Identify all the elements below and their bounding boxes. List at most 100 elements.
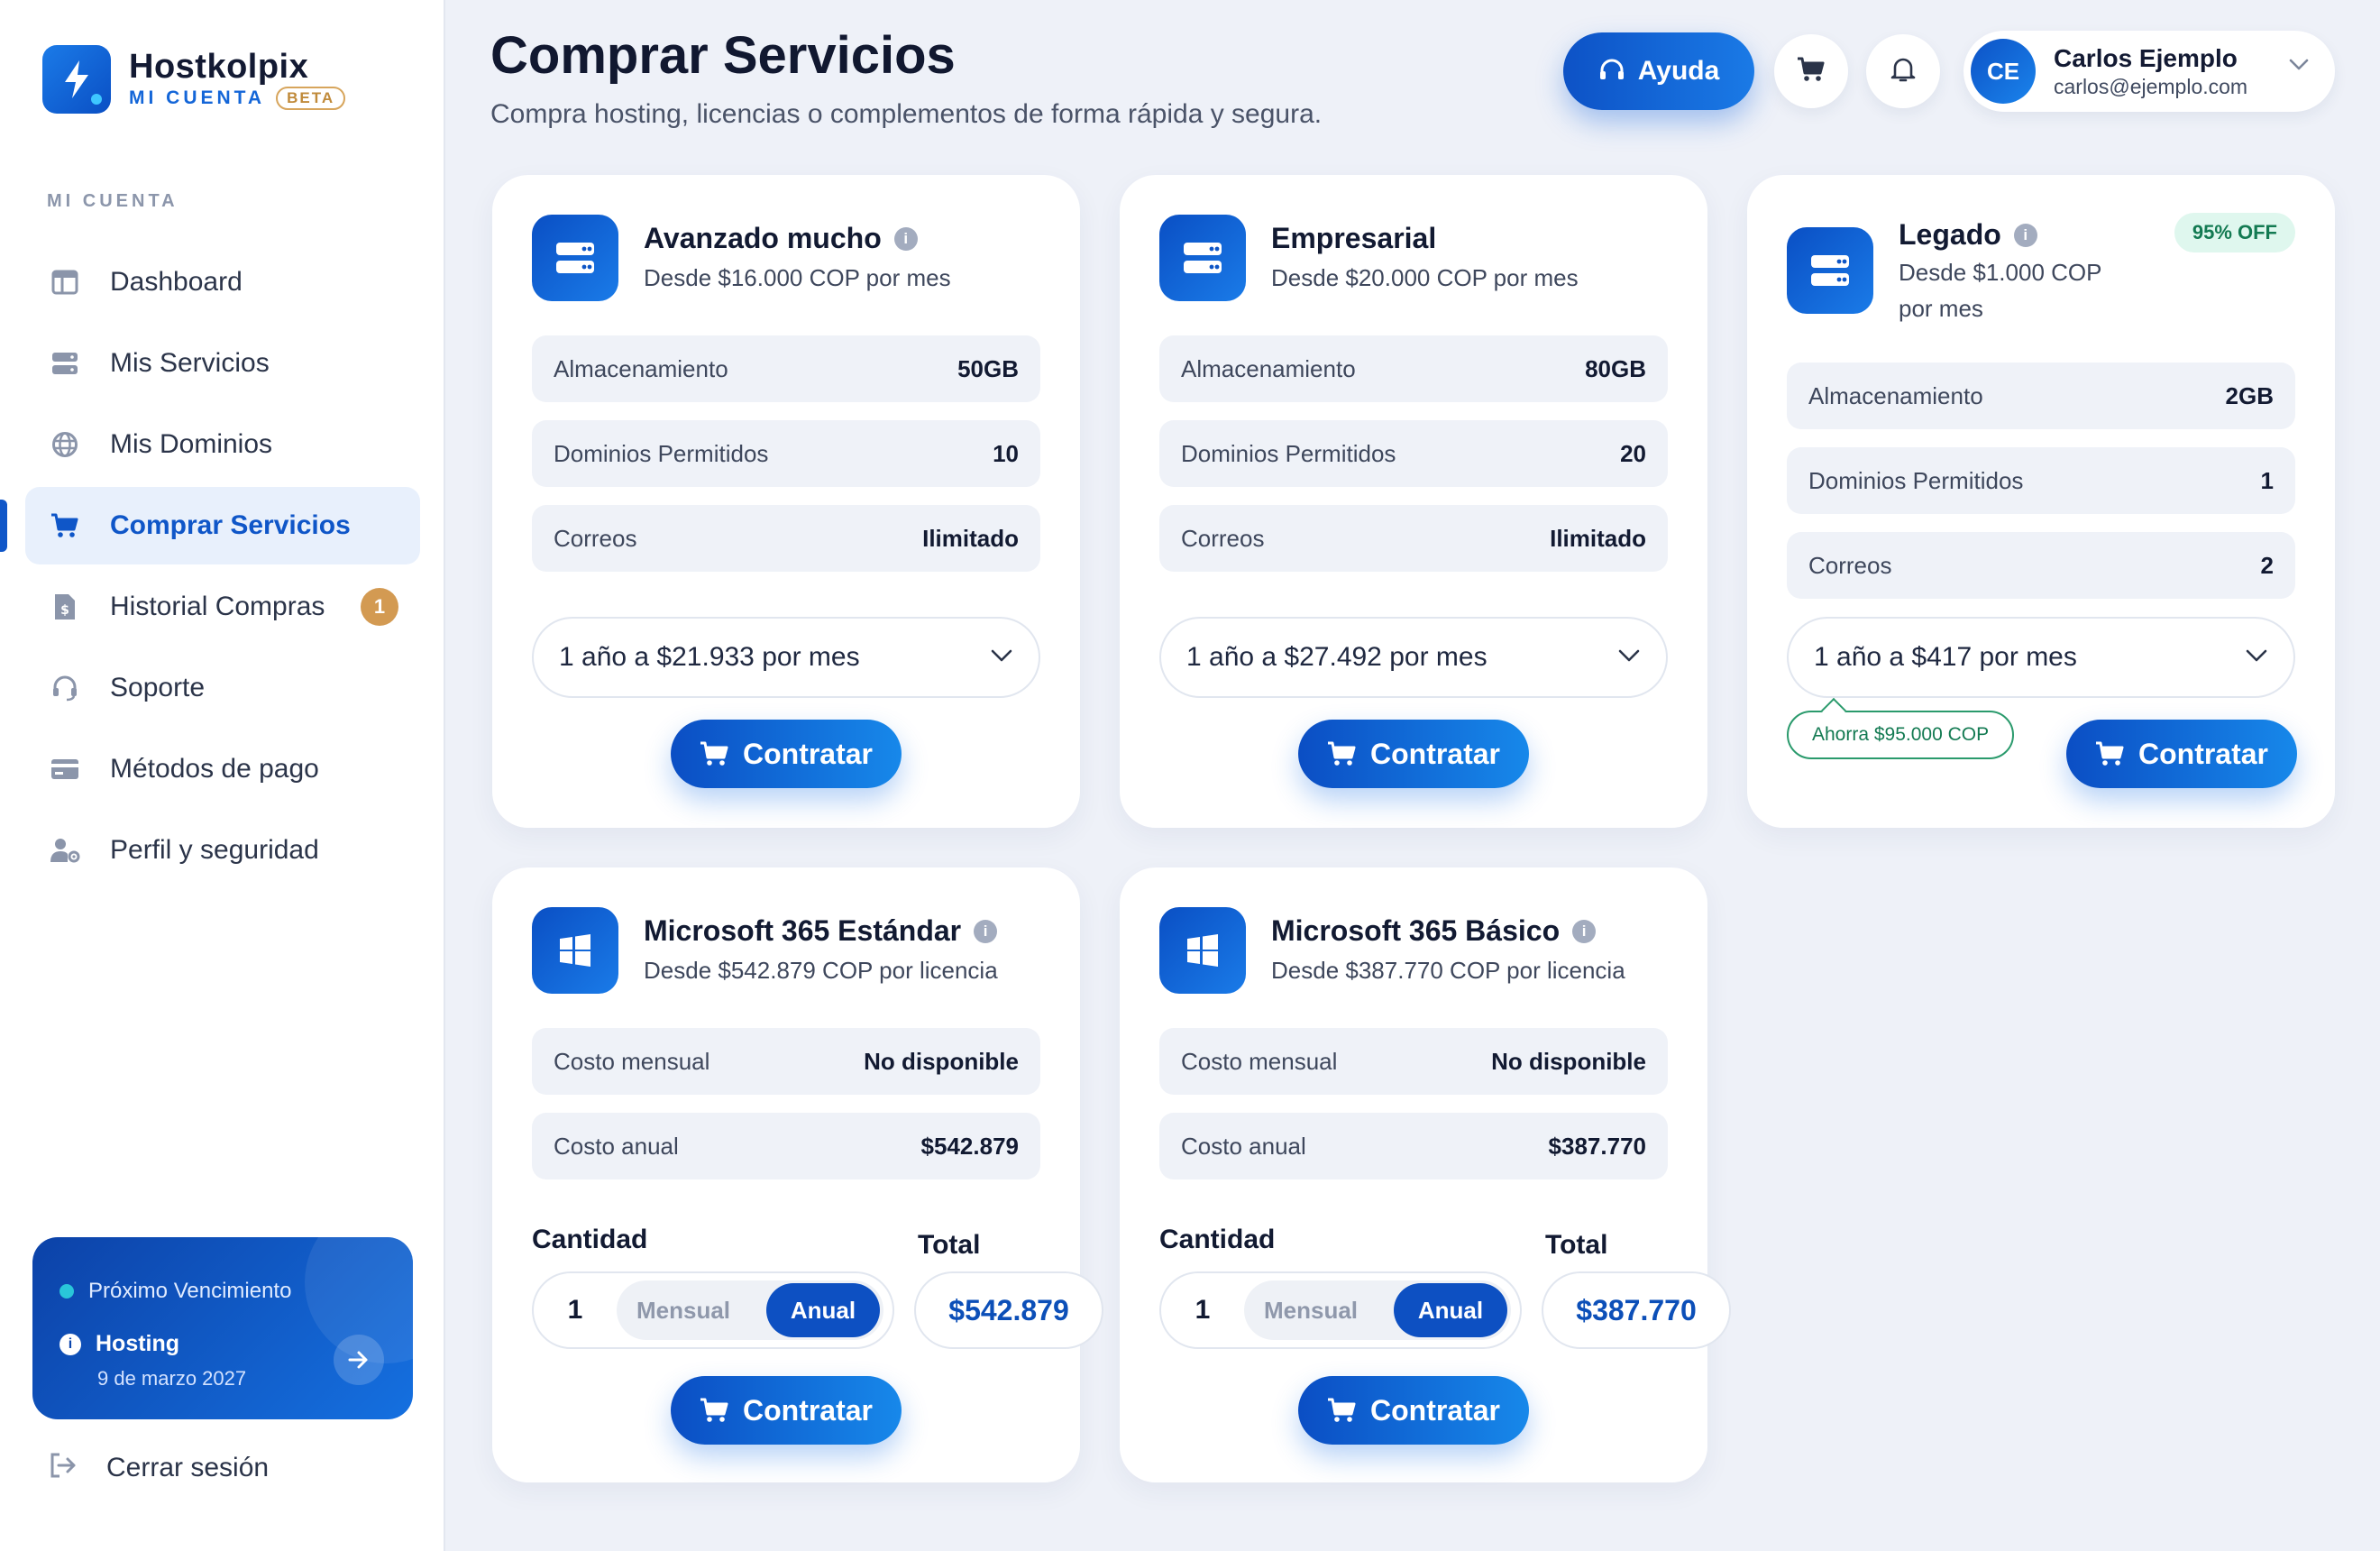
cart-icon bbox=[2095, 740, 2126, 767]
plan-price: Desde $1.000 COP por mes bbox=[1899, 259, 2102, 322]
expiry-date: 9 de marzo 2027 bbox=[97, 1367, 247, 1390]
user-name: Carlos Ejemplo bbox=[2054, 43, 2238, 72]
sidebar-item-purchase-history[interactable]: $ Historial Compras 1 bbox=[25, 568, 420, 646]
sidebar-item-label: Mis Servicios bbox=[110, 348, 270, 378]
plan-card-empresarial: Empresarial Desde $20.000 COP por mes Al… bbox=[1120, 175, 1707, 828]
spec-row: Costo mensual No disponible bbox=[532, 1028, 1040, 1095]
contract-button[interactable]: Contratar bbox=[1298, 1376, 1529, 1445]
option-monthly[interactable]: Mensual bbox=[617, 1297, 750, 1325]
sidebar-nav: Dashboard Mis Servicios Mis Dominios Com… bbox=[0, 243, 420, 893]
sidebar-item-services[interactable]: Mis Servicios bbox=[25, 325, 420, 402]
billing-toggle[interactable]: Mensual Anual bbox=[1244, 1280, 1511, 1340]
spec-row: Dominios Permitidos 1 bbox=[1787, 447, 2295, 514]
option-annual[interactable]: Anual bbox=[766, 1283, 880, 1337]
sidebar-item-label: Perfil y seguridad bbox=[110, 835, 319, 865]
globe-icon bbox=[49, 428, 81, 461]
cart-button[interactable] bbox=[1774, 34, 1848, 108]
user-menu[interactable]: CE Carlos Ejemplo carlos@ejemplo.com bbox=[1964, 31, 2335, 112]
sidebar-item-dashboard[interactable]: Dashboard bbox=[25, 243, 420, 321]
brand-subtitle: MI CUENTA bbox=[129, 87, 266, 108]
contract-button[interactable]: Contratar bbox=[2066, 720, 2297, 788]
total-value: $387.770 bbox=[1542, 1271, 1731, 1349]
plan-price: Desde $20.000 COP por mes bbox=[1271, 264, 1579, 291]
plan-price: Desde $16.000 COP por mes bbox=[644, 264, 951, 291]
spec-row: Costo anual $542.879 bbox=[532, 1113, 1040, 1179]
sidebar-item-profile-security[interactable]: Perfil y seguridad bbox=[25, 812, 420, 889]
user-gear-icon bbox=[49, 834, 81, 867]
spec-row: Almacenamiento 80GB bbox=[1159, 335, 1668, 402]
sidebar-item-support[interactable]: Soporte bbox=[25, 649, 420, 727]
page-subtitle: Compra hosting, licencias o complementos… bbox=[490, 99, 1323, 129]
notifications-button[interactable] bbox=[1866, 34, 1940, 108]
billing-toggle[interactable]: Mensual Anual bbox=[617, 1280, 883, 1340]
chevron-down-icon bbox=[2288, 58, 2310, 77]
cart-icon bbox=[700, 740, 730, 767]
cart-icon bbox=[700, 1397, 730, 1424]
sidebar-item-label: Comprar Servicios bbox=[110, 510, 351, 540]
quantity-stepper[interactable]: 1 Mensual Anual bbox=[532, 1271, 894, 1349]
chevron-down-icon bbox=[990, 648, 1013, 667]
spec-row: Correos 2 bbox=[1787, 532, 2295, 599]
contract-button[interactable]: Contratar bbox=[671, 1376, 902, 1445]
sidebar-item-label: Historial Compras bbox=[110, 592, 325, 621]
info-icon: i bbox=[60, 1333, 81, 1355]
license-price: Desde $387.770 COP por licencia bbox=[1271, 957, 1625, 984]
contract-button[interactable]: Contratar bbox=[671, 720, 902, 788]
spec-row: Dominios Permitidos 20 bbox=[1159, 420, 1668, 487]
user-email: carlos@ejemplo.com bbox=[2054, 74, 2248, 98]
server-icon bbox=[49, 347, 81, 380]
billing-period-select[interactable]: 1 año a $21.933 por mes bbox=[532, 617, 1040, 698]
sidebar-item-payment-methods[interactable]: Métodos de pago bbox=[25, 730, 420, 808]
expiry-title: Próximo Vencimiento bbox=[88, 1279, 292, 1303]
cart-icon bbox=[1327, 740, 1358, 767]
expiry-service: Hosting bbox=[96, 1331, 180, 1356]
bell-icon bbox=[1890, 56, 1916, 87]
chevron-down-icon bbox=[2245, 648, 2268, 667]
sidebar-item-label: Mis Dominios bbox=[110, 429, 273, 459]
total-label: Total bbox=[1545, 1230, 1608, 1260]
brand[interactable]: Hostkolpix MI CUENTA BETA bbox=[42, 45, 346, 114]
spec-row: Almacenamiento 2GB bbox=[1787, 363, 2295, 429]
sidebar: Hostkolpix MI CUENTA BETA MI CUENTA Dash… bbox=[0, 0, 445, 1551]
license-card-m365-standard: Microsoft 365 Estándar i Desde $542.879 C… bbox=[492, 867, 1103, 1482]
quantity-label: Cantidad bbox=[532, 1225, 648, 1254]
avatar: CE bbox=[1971, 39, 2036, 104]
invoice-icon: $ bbox=[49, 591, 81, 623]
quantity-input[interactable]: 1 bbox=[1161, 1295, 1244, 1326]
plan-name: Avanzado mucho i bbox=[644, 222, 918, 255]
logout-label: Cerrar sesión bbox=[106, 1452, 270, 1482]
plan-card-legado: 95% OFF Legado i Desde $1.000 COP por mes … bbox=[1747, 175, 2335, 828]
quantity-stepper[interactable]: 1 Mensual Anual bbox=[1159, 1271, 1522, 1349]
credit-card-icon bbox=[49, 753, 81, 785]
brand-name: Hostkolpix bbox=[129, 48, 309, 86]
windows-icon bbox=[1159, 907, 1246, 994]
billing-period-select[interactable]: 1 año a $27.492 por mes bbox=[1159, 617, 1668, 698]
sidebar-item-domains[interactable]: Mis Dominios bbox=[25, 406, 420, 483]
option-monthly[interactable]: Mensual bbox=[1244, 1297, 1378, 1325]
server-icon bbox=[1787, 227, 1873, 314]
dashboard-icon bbox=[49, 266, 81, 298]
billing-period-select[interactable]: 1 año a $417 por mes bbox=[1787, 617, 2295, 698]
arrow-right-icon[interactable] bbox=[334, 1335, 384, 1385]
option-annual[interactable]: Anual bbox=[1394, 1283, 1507, 1337]
headset-icon bbox=[49, 672, 81, 704]
quantity-label: Cantidad bbox=[1159, 1225, 1276, 1254]
logout-button[interactable]: Cerrar sesión bbox=[49, 1452, 269, 1483]
sidebar-item-buy-services[interactable]: Comprar Servicios bbox=[0, 487, 420, 564]
spec-row: Correos Ilimitado bbox=[1159, 505, 1668, 572]
spec-row: Almacenamiento 50GB bbox=[532, 335, 1040, 402]
info-icon[interactable]: i bbox=[1572, 919, 1597, 943]
discount-badge: 95% OFF bbox=[2174, 213, 2295, 252]
total-label: Total bbox=[918, 1230, 981, 1260]
beta-badge: BETA bbox=[276, 87, 346, 110]
next-expiry-card[interactable]: Próximo Vencimiento i Hosting 9 de marzo … bbox=[32, 1237, 413, 1419]
contract-button[interactable]: Contratar bbox=[1298, 720, 1529, 788]
help-button[interactable]: Ayuda bbox=[1563, 32, 1754, 110]
sidebar-item-label: Dashboard bbox=[110, 267, 243, 297]
info-icon[interactable]: i bbox=[2013, 223, 2037, 247]
info-icon[interactable]: i bbox=[893, 226, 918, 251]
info-icon[interactable]: i bbox=[974, 919, 998, 943]
cart-icon bbox=[1327, 1397, 1358, 1424]
quantity-input[interactable]: 1 bbox=[534, 1295, 617, 1326]
headset-icon bbox=[1598, 58, 1625, 85]
